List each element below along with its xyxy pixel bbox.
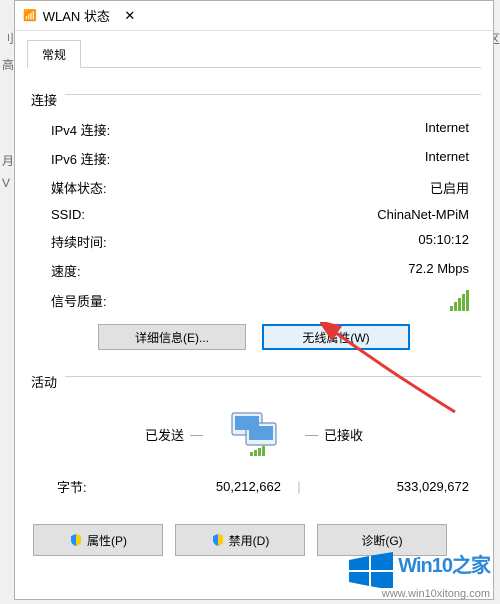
network-activity-icon bbox=[224, 409, 284, 459]
dash: — bbox=[190, 427, 203, 442]
shield-icon bbox=[211, 533, 225, 547]
media-state-value: 已启用 bbox=[430, 178, 469, 197]
section-connection-header: 连接 bbox=[27, 80, 481, 109]
shield-icon bbox=[69, 533, 83, 547]
dash: — bbox=[305, 427, 318, 442]
close-icon: ✕ bbox=[124, 8, 135, 24]
speed-label: 速度: bbox=[51, 261, 81, 280]
section-connection-title: 连接 bbox=[31, 90, 57, 109]
bytes-label: 字节: bbox=[39, 477, 129, 496]
section-activity-title: 活动 bbox=[31, 372, 57, 391]
windows-logo-icon bbox=[347, 550, 395, 588]
signal-quality-label: 信号质量: bbox=[51, 291, 107, 310]
diagnose-button-label: 诊断(G) bbox=[361, 532, 402, 549]
ssid-label: SSID: bbox=[51, 207, 85, 222]
window-title: WLAN 状态 bbox=[43, 6, 110, 25]
watermark-brand: Win10之家 bbox=[398, 555, 490, 577]
duration-label: 持续时间: bbox=[51, 232, 107, 251]
section-activity-header: 活动 bbox=[27, 362, 481, 391]
ipv6-label: IPv6 连接: bbox=[51, 149, 110, 168]
close-button[interactable]: ✕ bbox=[110, 2, 150, 30]
window-content: 常规 连接 IPv4 连接: Internet IPv6 连接: Interne… bbox=[15, 31, 493, 599]
wireless-properties-button[interactable]: 无线属性(W) bbox=[262, 324, 410, 350]
duration-value: 05:10:12 bbox=[418, 232, 469, 251]
ipv6-value: Internet bbox=[425, 149, 469, 168]
edge-text: 月 bbox=[2, 152, 14, 169]
edge-text: 高 bbox=[2, 56, 14, 73]
received-label: 已接收 bbox=[324, 425, 469, 444]
properties-button-label: 属性(P) bbox=[87, 532, 127, 549]
activity-panel: 已发送 — — 已接收 字节: 50,212,662 | bbox=[27, 401, 481, 496]
tab-general[interactable]: 常规 bbox=[27, 40, 81, 68]
disable-button-label: 禁用(D) bbox=[229, 532, 270, 549]
ipv4-label: IPv4 连接: bbox=[51, 120, 110, 139]
details-button[interactable]: 详细信息(E)... bbox=[98, 324, 246, 350]
bytes-sent-value: 50,212,662 bbox=[129, 479, 281, 494]
titlebar[interactable]: 📶 WLAN 状态 ✕ bbox=[15, 1, 493, 31]
wlan-status-window: 📶 WLAN 状态 ✕ 常规 连接 IPv4 连接: Internet IPv6… bbox=[14, 0, 494, 600]
watermark-url: www.win10xitong.com bbox=[382, 588, 490, 600]
properties-button[interactable]: 属性(P) bbox=[33, 524, 163, 556]
watermark: Win10之家 www.win10xitong.com bbox=[347, 549, 490, 600]
disable-button[interactable]: 禁用(D) bbox=[175, 524, 305, 556]
media-state-label: 媒体状态: bbox=[51, 178, 107, 197]
tab-strip: 常规 bbox=[27, 39, 481, 68]
divider bbox=[65, 376, 481, 377]
connection-buttons: 详细信息(E)... 无线属性(W) bbox=[27, 324, 481, 350]
bytes-separator: | bbox=[281, 479, 317, 494]
sent-label: 已发送 bbox=[39, 425, 184, 444]
bytes-received-value: 533,029,672 bbox=[317, 479, 469, 494]
divider bbox=[65, 94, 481, 95]
speed-value: 72.2 Mbps bbox=[408, 261, 469, 280]
signal-bars-icon bbox=[450, 290, 469, 311]
ssid-value: ChinaNet-MPiM bbox=[377, 207, 469, 222]
edge-text: V bbox=[2, 176, 10, 190]
ipv4-value: Internet bbox=[425, 120, 469, 139]
connection-details: IPv4 连接: Internet IPv6 连接: Internet 媒体状态… bbox=[27, 109, 481, 316]
wifi-icon: 📶 bbox=[23, 9, 37, 22]
edge-text: 刂 bbox=[2, 30, 14, 47]
